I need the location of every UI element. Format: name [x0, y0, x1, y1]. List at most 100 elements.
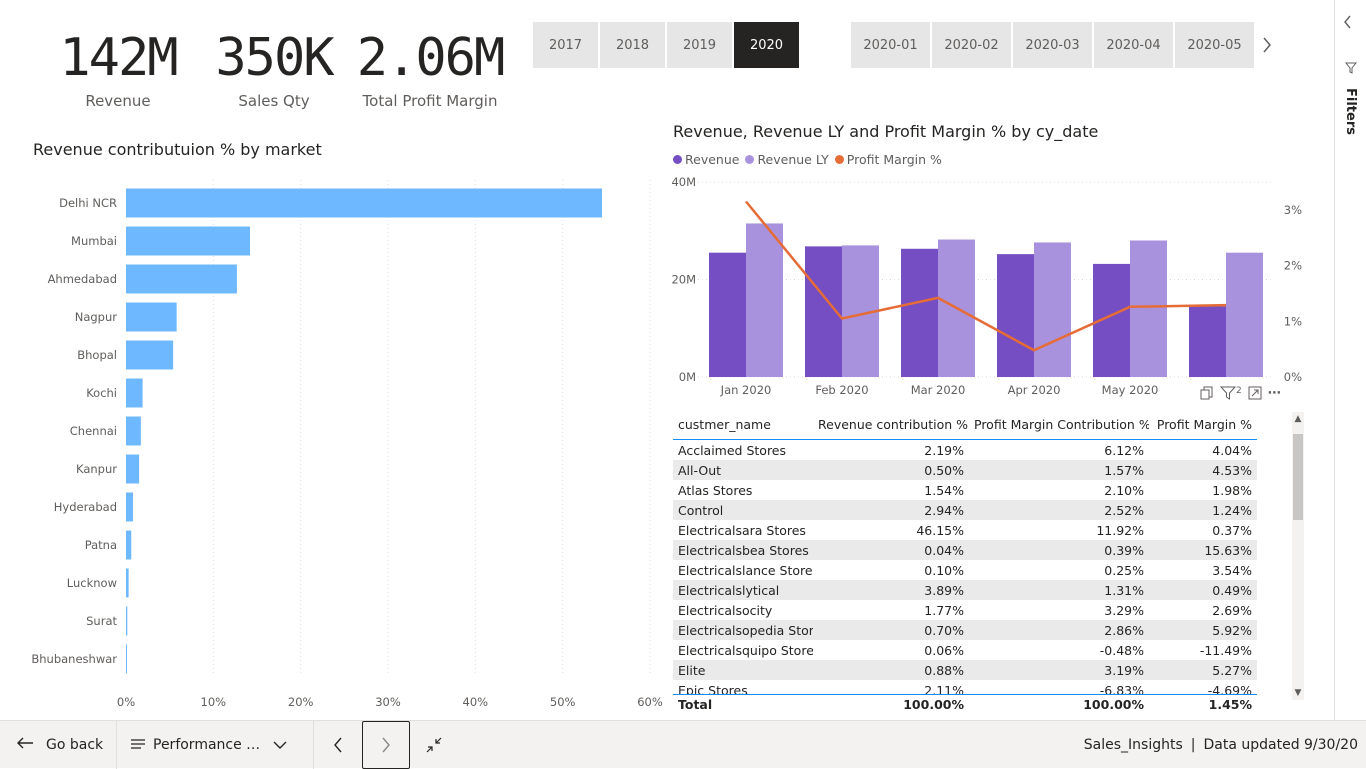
month-tile-2020-03[interactable]: 2020-03 [1013, 22, 1092, 68]
bar [126, 454, 140, 484]
table-row[interactable]: All-Out 0.50% 1.57% 4.53% [673, 460, 1257, 480]
focus-mode-icon[interactable] [1248, 386, 1262, 404]
cell-profit-margin-contribution: -6.83% [1099, 682, 1144, 695]
bar [126, 378, 143, 408]
cell-customer-name: Epic Stores [678, 682, 748, 695]
cell-revenue-contribution: 2.94% [924, 502, 964, 518]
col-header-profit-margin-contribution[interactable]: Profit Margin Contribution % [969, 417, 1149, 432]
table-row[interactable]: Electricalslance Stores 0.10% 0.25% 3.54% [673, 560, 1257, 580]
month-slicer: 2020-01 2020-02 2020-03 2020-04 2020-05 [851, 22, 1254, 68]
table-row[interactable]: Electricalsara Stores 46.15% 11.92% 0.37% [673, 520, 1257, 540]
legend-item-revenue-ly[interactable]: Revenue LY [745, 152, 829, 167]
total-profit-margin: 1.45% [1208, 697, 1252, 712]
x-tick-label: Jan 2020 [720, 383, 772, 397]
table-row[interactable]: Electricalslytical 3.89% 1.31% 0.49% [673, 580, 1257, 600]
legend-item-profit-margin[interactable]: Profit Margin % [834, 152, 942, 167]
filters-pane: Filters [1334, 0, 1366, 720]
more-options-icon[interactable]: ⋯ [1268, 386, 1282, 404]
report-canvas: 142M Revenue 350K Sales Qty 2.06M Total … [0, 0, 1334, 720]
total-revenue-contribution: 100.00% [903, 697, 964, 712]
table-row[interactable]: Electricalsbea Stores 0.04% 0.39% 15.63% [673, 540, 1257, 560]
y-tick-label: 20M [671, 273, 696, 287]
table-row[interactable]: Electricalsquipo Stores 0.06% -0.48% -11.49… [673, 640, 1257, 660]
bar [126, 264, 237, 294]
bar [126, 606, 128, 636]
year-tile-2019[interactable]: 2019 [667, 22, 732, 68]
category-label: Chennai [70, 424, 117, 438]
kpi-sales-qty-value: 350K [215, 28, 334, 88]
bar [746, 223, 783, 377]
scroll-down-icon[interactable]: ▼ [1292, 688, 1304, 698]
kpi-sales-qty-label: Sales Qty [238, 92, 310, 110]
table-scrollbar[interactable]: ▲ ▼ [1292, 412, 1304, 700]
next-page-button[interactable] [362, 720, 410, 769]
year-tile-2017[interactable]: 2017 [533, 22, 598, 68]
kpi-profit-margin-card: 2.06M Total Profit Margin [356, 26, 506, 110]
legend-item-revenue[interactable]: Revenue [673, 152, 739, 167]
market-chart-title: Revenue contributuion % by market [33, 140, 322, 159]
cell-customer-name: All-Out [678, 462, 722, 478]
chevron-right-icon[interactable] [1258, 32, 1276, 58]
month-tile-2020-05[interactable]: 2020-05 [1175, 22, 1254, 68]
y-tick-label: 40M [671, 175, 696, 189]
exit-fullscreen-button[interactable] [410, 721, 458, 769]
previous-page-button[interactable] [314, 721, 362, 769]
copy-icon[interactable] [1200, 386, 1214, 404]
month-tile-2020-04[interactable]: 2020-04 [1094, 22, 1173, 68]
chevron-left-icon[interactable] [1343, 14, 1353, 33]
cell-revenue-contribution: 0.88% [924, 662, 964, 678]
cell-revenue-contribution: 0.06% [924, 642, 964, 658]
y2-tick-label: 2% [1284, 259, 1302, 273]
cell-customer-name: Electricalsocity [678, 602, 773, 618]
col-header-revenue-contribution[interactable]: Revenue contribution % [813, 417, 969, 432]
table-row[interactable]: Epic Stores 2.11% -6.83% -4.69% [673, 680, 1257, 695]
col-header-profit-margin[interactable]: Profit Margin % [1149, 417, 1257, 432]
table-row[interactable]: Atlas Stores 1.54% 2.10% 1.98% [673, 480, 1257, 500]
filters-pane-label[interactable]: Filters [1343, 88, 1358, 135]
filter-icon[interactable]: 2 [1220, 386, 1242, 404]
filter-count-badge: 2 [1236, 386, 1242, 396]
table-row[interactable]: Acclaimed Stores 2.19% 6.12% 4.04% [673, 440, 1257, 460]
month-tile-2020-01[interactable]: 2020-01 [851, 22, 930, 68]
x-tick-label: 20% [288, 695, 314, 709]
bar [126, 188, 602, 218]
cell-profit-margin: 15.63% [1204, 542, 1252, 558]
go-back-button[interactable]: Go back [0, 721, 116, 769]
combo-chart-title: Revenue, Revenue LY and Profit Margin % … [673, 122, 1099, 141]
page-selector-dropdown[interactable]: Performance An... [117, 721, 313, 769]
category-label: Hyderabad [54, 500, 117, 514]
bar [997, 254, 1034, 377]
cell-profit-margin-contribution: 2.86% [1104, 622, 1144, 638]
report-name: Sales_Insights [1083, 737, 1183, 753]
cell-profit-margin-contribution: 11.92% [1096, 522, 1144, 538]
cell-profit-margin-contribution: 1.57% [1104, 462, 1144, 478]
cell-revenue-contribution: 46.15% [916, 522, 964, 538]
filter-funnel-icon [1344, 62, 1358, 77]
month-tile-2020-02[interactable]: 2020-02 [932, 22, 1011, 68]
scroll-up-icon[interactable]: ▲ [1292, 414, 1304, 424]
cell-profit-margin-contribution: -0.48% [1099, 642, 1144, 658]
table-row[interactable]: Elite 0.88% 3.19% 5.27% [673, 660, 1257, 680]
year-tile-2018[interactable]: 2018 [600, 22, 665, 68]
page-name: Performance An... [153, 736, 265, 753]
x-tick-label: Mar 2020 [911, 383, 966, 397]
col-header-customer[interactable]: custmer_name [673, 417, 813, 432]
combo-chart: 0M 20M 40M 0% 1% 2% 3% Jan 2020 Feb 2020 Mar 2020… [671, 175, 1302, 397]
chevron-left-icon [334, 737, 342, 752]
cell-revenue-contribution: 0.70% [924, 622, 964, 638]
scrollbar-thumb[interactable] [1293, 434, 1303, 520]
cell-customer-name: Electricalslytical [678, 582, 780, 598]
table-header-row: custmer_name Revenue contribution % Prof… [673, 410, 1257, 440]
y2-tick-label: 1% [1284, 314, 1302, 328]
table-row[interactable]: Electricalsocity 1.77% 3.29% 2.69% [673, 600, 1257, 620]
kpi-revenue-card: 142M Revenue [50, 26, 186, 110]
table-row[interactable]: Electricalsopedia Stores 0.70% 2.86% 5.92% [673, 620, 1257, 640]
year-tile-2020[interactable]: 2020 [734, 22, 799, 68]
category-label: Patna [85, 538, 117, 552]
cell-profit-margin: 5.92% [1212, 622, 1252, 638]
bar [126, 530, 132, 560]
cell-profit-margin-contribution: 1.31% [1104, 582, 1144, 598]
table-row[interactable]: Control 2.94% 2.52% 1.24% [673, 500, 1257, 520]
category-label: Bhopal [77, 348, 117, 362]
cell-profit-margin: 4.04% [1212, 442, 1252, 458]
